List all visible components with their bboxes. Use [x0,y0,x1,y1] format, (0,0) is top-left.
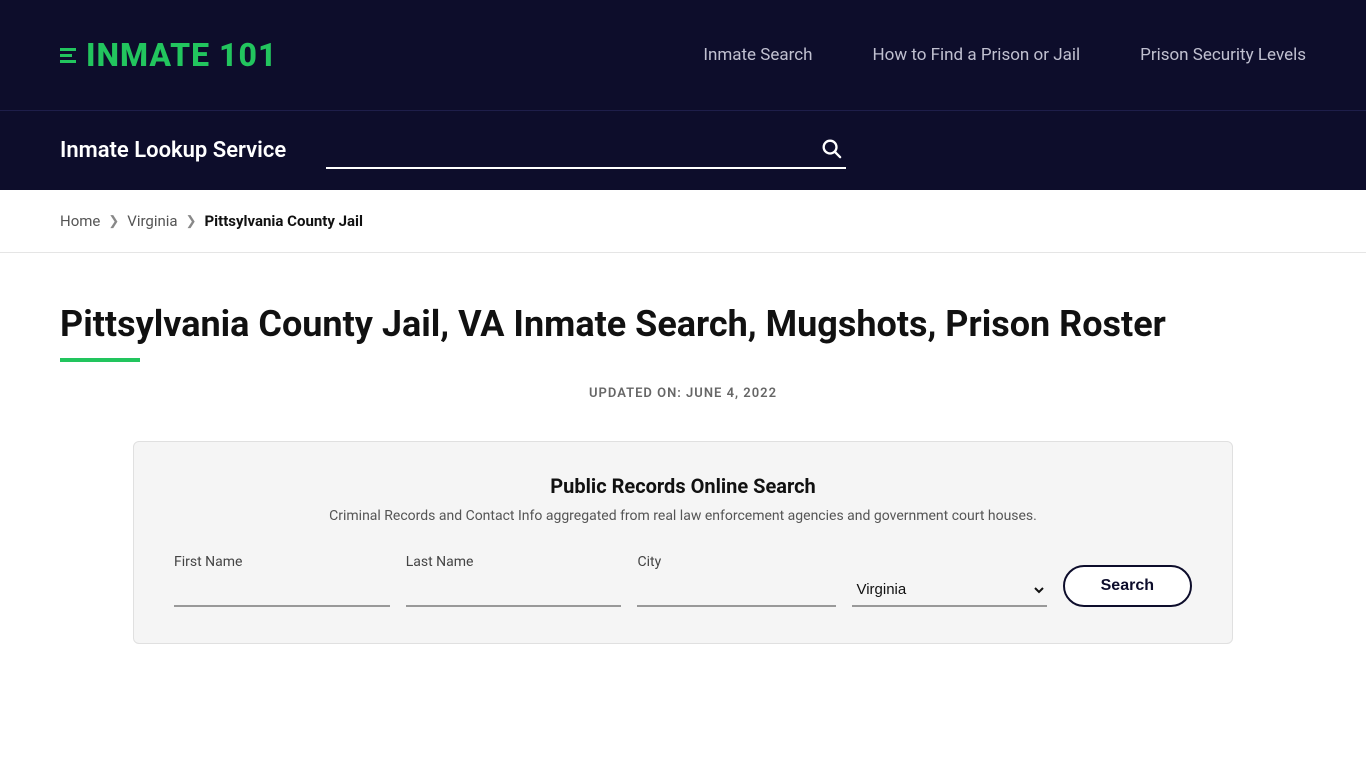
state-select[interactable]: Virginia Alabama Alaska Arizona Californ… [852,574,1046,607]
main-nav: Inmate Search How to Find a Prison or Ja… [703,45,1306,65]
city-field: City [637,554,836,607]
site-header: INMATE 101 Inmate Search How to Find a P… [0,0,1366,110]
first-name-field: First Name [174,554,390,607]
last-name-input[interactable] [406,576,622,607]
city-input[interactable] [637,576,836,607]
nav-how-to-find[interactable]: How to Find a Prison or Jail [873,45,1081,65]
lookup-search-bar: Inmate Lookup Service [0,110,1366,190]
breadcrumb-bar: Home ❯ Virginia ❯ Pittsylvania County Ja… [0,190,1366,253]
city-label: City [637,554,836,570]
breadcrumb: Home ❯ Virginia ❯ Pittsylvania County Ja… [60,212,1306,230]
breadcrumb-state[interactable]: Virginia [127,212,177,230]
updated-date: UPDATED ON: JUNE 4, 2022 [60,386,1306,401]
records-search-form: First Name Last Name City Virginia Alaba… [174,554,1192,607]
last-name-label: Last Name [406,554,622,570]
first-name-label: First Name [174,554,390,570]
title-underline [60,358,140,362]
search-box-title: Public Records Online Search [174,474,1192,498]
search-box-desc: Criminal Records and Contact Info aggreg… [174,508,1192,524]
lookup-input-wrap [326,133,846,169]
lookup-search-button[interactable] [816,133,846,163]
main-content: Pittsylvania County Jail, VA Inmate Sear… [0,253,1366,684]
state-field: Virginia Alabama Alaska Arizona Californ… [852,568,1046,607]
breadcrumb-chevron-2: ❯ [186,214,197,229]
lookup-search-input[interactable] [326,135,816,161]
site-logo[interactable]: INMATE 101 [60,36,277,74]
page-title: Pittsylvania County Jail, VA Inmate Sear… [60,303,1306,346]
breadcrumb-current: Pittsylvania County Jail [205,212,363,230]
nav-inmate-search[interactable]: Inmate Search [703,45,812,65]
logo-icon [60,48,76,63]
public-records-search-box: Public Records Online Search Criminal Re… [133,441,1233,644]
records-search-button[interactable]: Search [1063,565,1192,607]
nav-security-levels[interactable]: Prison Security Levels [1140,45,1306,65]
last-name-field: Last Name [406,554,622,607]
logo-text: INMATE 101 [86,36,277,74]
breadcrumb-home[interactable]: Home [60,212,100,230]
lookup-label: Inmate Lookup Service [60,138,286,163]
first-name-input[interactable] [174,576,390,607]
breadcrumb-chevron-1: ❯ [108,214,119,229]
search-icon [820,137,842,159]
